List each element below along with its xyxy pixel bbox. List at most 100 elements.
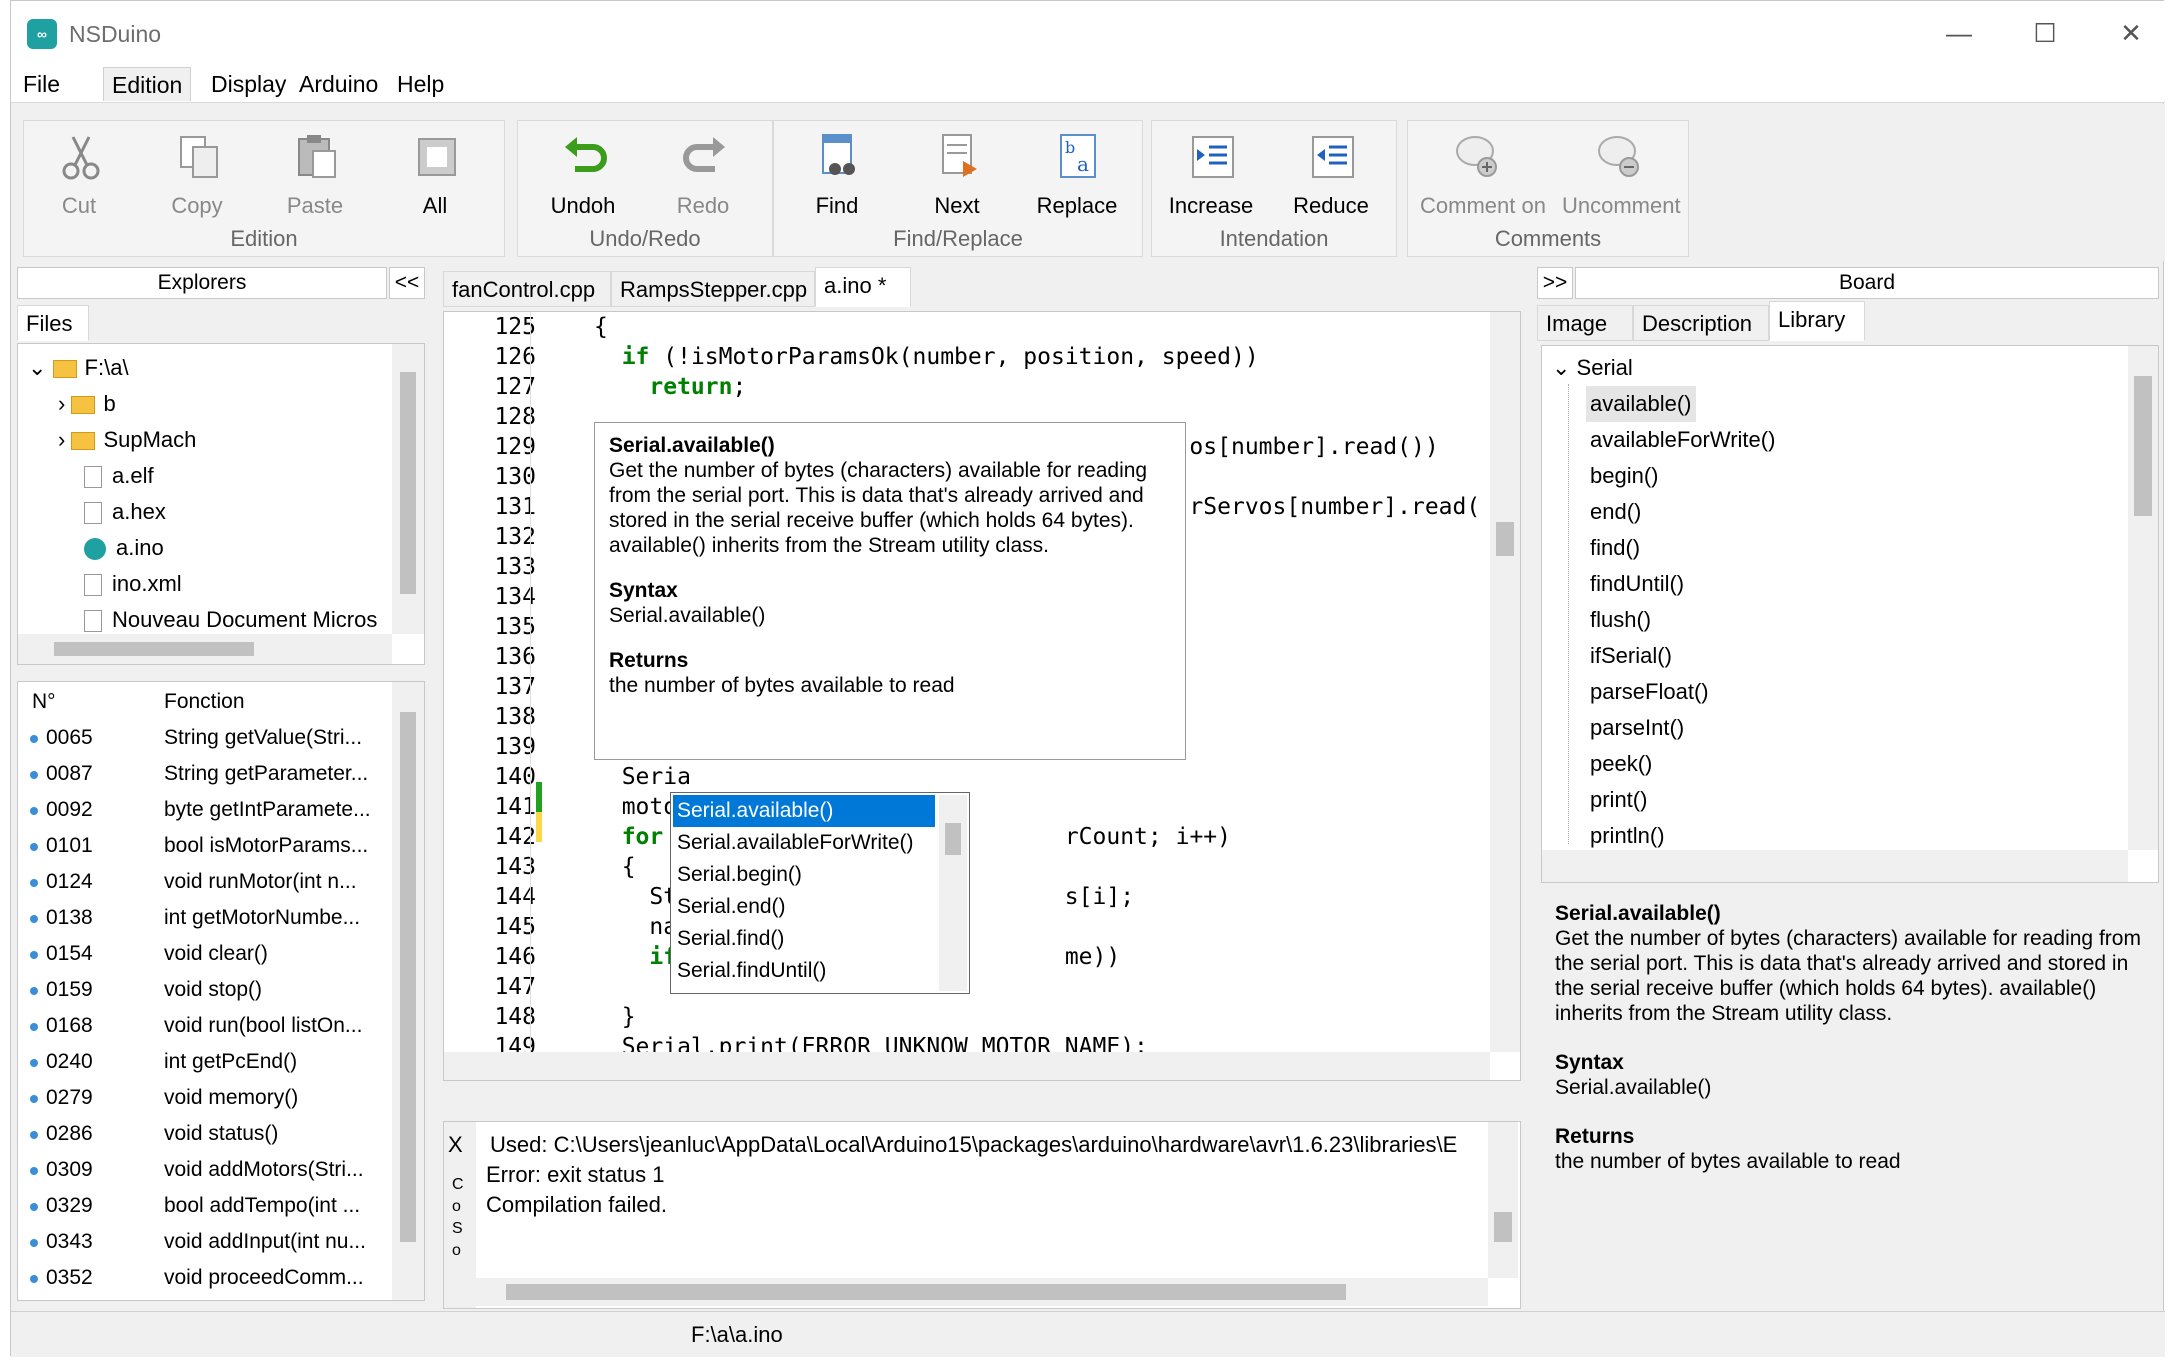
autocomplete-list[interactable]: Serial.available() Serial.availableForWr… xyxy=(670,792,970,994)
library-item[interactable]: println() xyxy=(1586,818,1669,854)
tree-node-b[interactable]: › b xyxy=(58,386,116,422)
library-item[interactable]: peek() xyxy=(1586,746,1656,782)
function-signature: String getValue(Stri... xyxy=(164,726,363,749)
library-horizontal-scrollbar[interactable] xyxy=(1542,850,2128,882)
scrollbar-thumb[interactable] xyxy=(1494,1212,1512,1242)
paste-button[interactable]: Paste xyxy=(260,127,370,227)
maximize-button[interactable]: ☐ xyxy=(2015,13,2075,53)
tree-label: F:\a\ xyxy=(84,355,129,380)
tree-node-a-hex[interactable]: a.hex xyxy=(84,494,166,530)
code-editor[interactable]: 125 {126 if (!isMotorParamsOk(number, pos… xyxy=(443,311,1521,1081)
library-item[interactable]: print() xyxy=(1586,782,1651,818)
autocomplete-item[interactable]: Serial.end() xyxy=(673,891,935,923)
minimize-button[interactable]: — xyxy=(1929,13,1989,53)
reduce-indent-button[interactable]: Reduce xyxy=(1276,127,1386,227)
undo-button[interactable]: Undoh xyxy=(528,127,638,227)
scrollbar-thumb[interactable] xyxy=(54,642,254,656)
editor-horizontal-scrollbar[interactable] xyxy=(444,1052,1490,1080)
files-vertical-scrollbar[interactable] xyxy=(392,344,424,634)
library-item[interactable]: available() xyxy=(1586,386,1696,422)
library-item[interactable]: flush() xyxy=(1586,602,1655,638)
close-button[interactable]: ✕ xyxy=(2101,13,2161,53)
scrollbar-thumb[interactable] xyxy=(400,372,416,594)
menu-file[interactable]: File xyxy=(15,67,68,101)
function-signature: void clear() xyxy=(164,942,268,965)
redo-button[interactable]: Redo xyxy=(648,127,758,227)
library-item[interactable]: parseInt() xyxy=(1586,710,1688,746)
scrollbar-thumb[interactable] xyxy=(1496,522,1514,556)
tab-rampsstepper-cpp[interactable]: RampsStepper.cpp xyxy=(611,271,815,307)
change-marker xyxy=(536,782,542,812)
autocomplete-scrollbar[interactable] xyxy=(939,795,967,991)
code-line[interactable]: { xyxy=(594,314,608,340)
expand-board-button[interactable]: >> xyxy=(1537,267,1573,299)
side-letter: C xyxy=(452,1176,464,1193)
library-item[interactable]: availableForWrite() xyxy=(1586,422,1779,458)
files-horizontal-scrollbar[interactable] xyxy=(18,634,392,664)
menu-edition[interactable]: Edition xyxy=(103,67,192,101)
menu-arduino[interactable]: Arduino xyxy=(291,67,386,101)
line-number: 148 xyxy=(494,1004,536,1030)
output-side-label: C o S o xyxy=(452,1174,468,1262)
autocomplete-item[interactable]: Serial.begin() xyxy=(673,859,935,891)
select-all-button[interactable]: All xyxy=(380,127,490,227)
library-item[interactable]: find() xyxy=(1586,530,1644,566)
autocomplete-item[interactable]: Serial.availableForWrite() xyxy=(673,827,935,859)
code-line[interactable]: { xyxy=(594,854,636,880)
functions-vertical-scrollbar[interactable] xyxy=(392,682,424,1300)
tab-files[interactable]: Files xyxy=(17,305,89,341)
scrollbar-thumb[interactable] xyxy=(506,1284,1346,1300)
library-doc: Serial.available() Get the number of byt… xyxy=(1555,901,2145,1174)
close-output-button[interactable]: X xyxy=(448,1132,463,1158)
find-next-button[interactable]: Next xyxy=(902,127,1012,227)
tab-description[interactable]: Description xyxy=(1633,305,1769,341)
scrollbar-thumb[interactable] xyxy=(945,823,961,855)
uncomment-button[interactable]: Uncomment xyxy=(1562,127,1681,227)
code-line[interactable]: return; xyxy=(594,374,746,400)
menu-help[interactable]: Help xyxy=(389,67,452,101)
library-item[interactable]: findUntil() xyxy=(1586,566,1688,602)
line-number: 132 xyxy=(494,524,536,550)
tab-library[interactable]: Library xyxy=(1769,301,1865,341)
editor-vertical-scrollbar[interactable] xyxy=(1490,312,1520,1052)
library-item[interactable]: end() xyxy=(1586,494,1645,530)
scrollbar-thumb[interactable] xyxy=(400,712,416,1242)
tree-node-a-ino[interactable]: a.ino xyxy=(84,530,164,566)
code-line[interactable]: Seria xyxy=(594,764,691,790)
copy-button[interactable]: Copy xyxy=(142,127,252,227)
scrollbar-thumb[interactable] xyxy=(2134,376,2152,516)
tab-fancontrol-cpp[interactable]: fanControl.cpp xyxy=(443,271,611,307)
cut-button[interactable]: Cut xyxy=(24,127,134,227)
menu-display[interactable]: Display xyxy=(203,67,294,101)
increase-indent-button[interactable]: Increase xyxy=(1156,127,1266,227)
function-signature: void memory() xyxy=(164,1086,299,1109)
tree-node-supmach[interactable]: › SupMach xyxy=(58,422,196,458)
tree-node-ino-xml[interactable]: ino.xml xyxy=(84,566,182,602)
output-console[interactable]: Used: C:\Users\jeanluc\AppData\Local\Ard… xyxy=(476,1122,1520,1308)
library-vertical-scrollbar[interactable] xyxy=(2128,346,2158,850)
library-item[interactable]: ifSerial() xyxy=(1586,638,1676,674)
column-header-number[interactable]: N° xyxy=(32,690,56,714)
doc-returns: the number of bytes available to read xyxy=(1555,1150,1901,1173)
find-button[interactable]: Find xyxy=(782,127,892,227)
tree-node-nouveau-document[interactable]: Nouveau Document Micros xyxy=(84,602,377,638)
code-line[interactable]: if (!isMotorParamsOk(number, position, s… xyxy=(594,344,1259,370)
comment-on-label: Comment on xyxy=(1420,193,1546,218)
autocomplete-item[interactable]: Serial.available() xyxy=(673,795,935,827)
library-item[interactable]: parseFloat() xyxy=(1586,674,1713,710)
autocomplete-item[interactable]: Serial.findUntil() xyxy=(673,955,935,987)
output-horizontal-scrollbar[interactable] xyxy=(476,1278,1488,1306)
tree-node-a-elf[interactable]: a.elf xyxy=(84,458,154,494)
column-header-function[interactable]: Fonction xyxy=(164,690,245,714)
tree-node-root[interactable]: ⌄ F:\a\ xyxy=(28,350,129,386)
collapse-explorer-button[interactable]: << xyxy=(389,267,425,299)
replace-button[interactable]: ba Replace xyxy=(1022,127,1132,227)
autocomplete-item[interactable]: Serial.find() xyxy=(673,923,935,955)
comment-on-button[interactable]: Comment on xyxy=(1420,127,1546,227)
code-line[interactable]: } xyxy=(594,1004,636,1030)
output-vertical-scrollbar[interactable] xyxy=(1488,1122,1518,1278)
tab-image[interactable]: Image xyxy=(1537,305,1633,341)
tree-node-serial[interactable]: ⌄ Serial xyxy=(1552,350,1633,386)
tab-a-ino[interactable]: a.ino * xyxy=(815,267,911,307)
library-item[interactable]: begin() xyxy=(1586,458,1662,494)
